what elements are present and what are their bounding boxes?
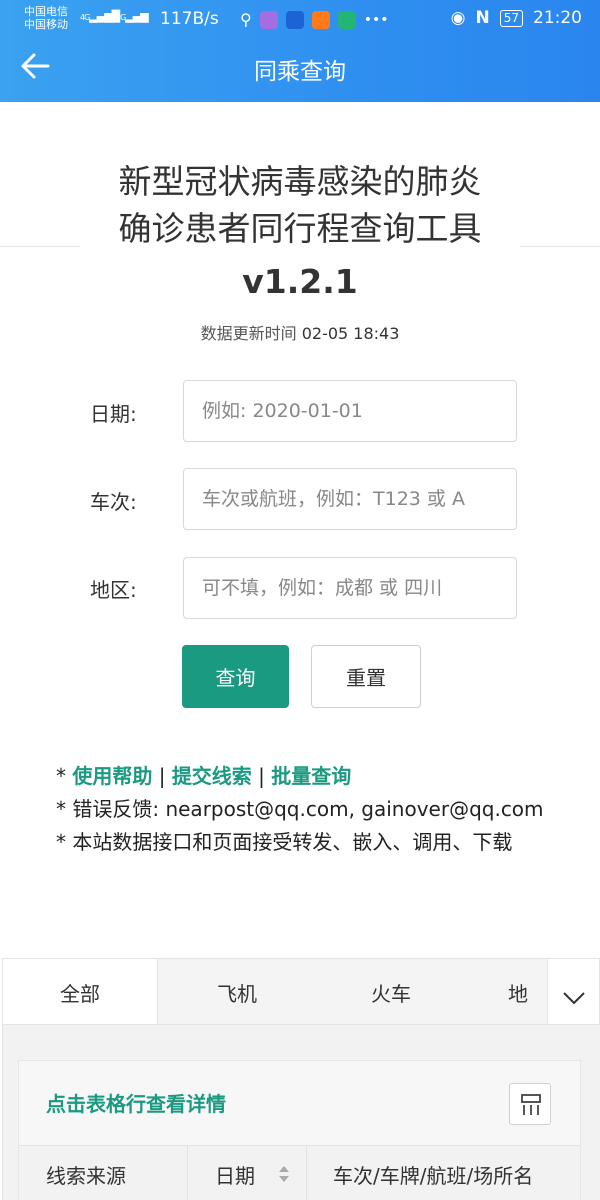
column-header-source[interactable]: 线索来源 — [46, 1160, 126, 1189]
column-toggle-button[interactable] — [509, 1083, 551, 1125]
more-icon: ••• — [363, 11, 389, 28]
query-button[interactable]: 查询 — [182, 645, 289, 708]
tool-title: 新型冠状病毒感染的肺炎 确诊患者同行程查询工具 — [0, 158, 600, 252]
update-time: 数据更新时间 02-05 18:43 — [0, 320, 600, 344]
battery-icon: 57 — [499, 9, 523, 27]
separator: | — [251, 764, 272, 788]
signal-icon: 4G▂▄▆█ — [80, 10, 120, 23]
table-hint: 点击表格行查看详情 — [46, 1092, 226, 1116]
train-label: 车次: — [90, 490, 137, 514]
date-input[interactable] — [183, 380, 517, 442]
tab-all[interactable]: 全部 — [3, 959, 158, 1024]
bullet: * — [56, 764, 73, 788]
date-label: 日期: — [90, 402, 137, 426]
sort-icon[interactable] — [276, 1163, 292, 1185]
reset-button[interactable]: 重置 — [311, 645, 421, 708]
eye-icon: ◉ — [450, 8, 466, 28]
carrier-1: 中国电信 — [24, 5, 68, 18]
links-line: * 使用帮助 | 提交线索 | 批量查询 — [34, 760, 574, 793]
notification-icons: ⚲ ••• — [240, 10, 389, 29]
column-header-trip[interactable]: 车次/车牌/航班/场所名 — [333, 1160, 533, 1189]
status-right: ◉ N 57 21:20 — [451, 8, 582, 28]
net-type-1: 4G — [80, 13, 90, 22]
train-number-input[interactable] — [183, 468, 517, 530]
tool-title-line2: 确诊患者同行程查询工具 — [118, 209, 482, 248]
region-input[interactable] — [183, 557, 517, 619]
share-note: * 本站数据接口和页面接受转发、嵌入、调用、下载 — [56, 830, 513, 854]
status-bar: 中国电信 中国移动 4G▂▄▆█ 2G▂▄▆ 117B/s ⚲ ••• ◉ N … — [0, 0, 600, 40]
region-label: 地区: — [90, 578, 137, 602]
clock: 21:20 — [533, 8, 582, 28]
tab-more-button[interactable] — [547, 959, 599, 1024]
message-app-icon — [259, 10, 278, 29]
nfc-icon: N — [475, 8, 490, 28]
page-title: 同乘查询 — [254, 59, 346, 85]
network-speed: 117B/s — [160, 9, 219, 29]
usb-icon: ⚲ — [240, 10, 252, 29]
tab-train[interactable]: 火车 — [315, 959, 467, 1024]
help-link[interactable]: 使用帮助 — [72, 764, 152, 788]
column-divider — [306, 1146, 307, 1200]
batch-query-link[interactable]: 批量查询 — [271, 764, 351, 788]
separator: | — [152, 764, 172, 788]
column-divider — [187, 1146, 188, 1200]
chevron-down-icon — [563, 992, 585, 1005]
tool-title-line1: 新型冠状病毒感染的肺炎 — [118, 162, 482, 201]
columns-icon — [521, 1094, 541, 1115]
signal-icon-2: 2G▂▄▆ — [116, 10, 149, 23]
update-time-value: 02-05 18:43 — [301, 324, 400, 343]
orange-app-icon — [311, 10, 330, 29]
tab-flight[interactable]: 飞机 — [161, 959, 313, 1024]
carrier-2: 中国移动 — [24, 18, 68, 31]
update-time-label: 数据更新时间 — [200, 324, 297, 343]
notes: * 使用帮助 | 提交线索 | 批量查询 * 错误反馈: nearpost@qq… — [34, 760, 574, 859]
app-header: 中国电信 中国移动 4G▂▄▆█ 2G▂▄▆ 117B/s ⚲ ••• ◉ N … — [0, 0, 600, 102]
carrier-names: 中国电信 中国移动 — [24, 5, 68, 31]
submit-clue-link[interactable]: 提交线索 — [172, 764, 252, 788]
play-app-icon — [337, 10, 356, 29]
feedback-note: * 错误反馈: nearpost@qq.com, gainover@qq.com — [56, 797, 544, 821]
shield-app-icon — [285, 10, 304, 29]
version-label: v1.2.1 — [242, 262, 358, 301]
net-type-2: 2G — [116, 13, 126, 22]
column-header-date[interactable]: 日期 — [215, 1160, 255, 1189]
category-tabs: 全部 飞机 火车 地 — [2, 958, 600, 1025]
